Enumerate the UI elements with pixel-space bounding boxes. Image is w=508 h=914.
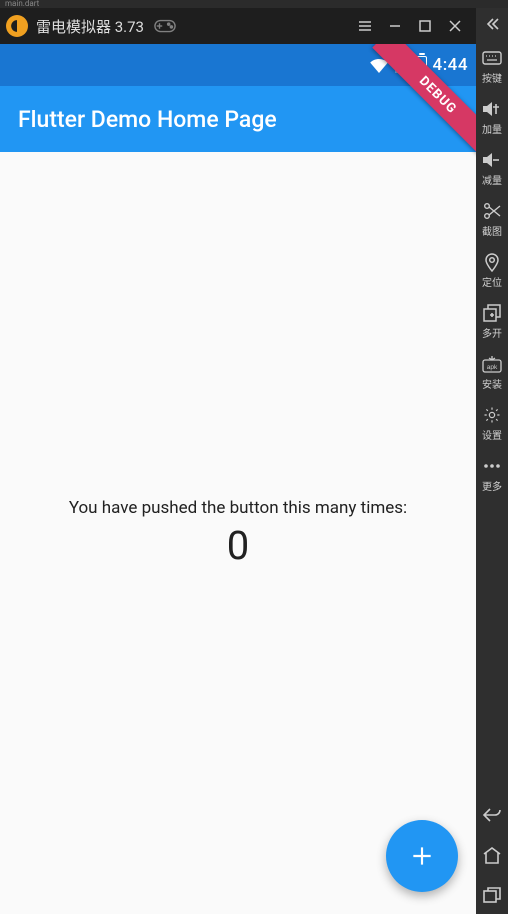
- side-tool-label: 更多: [477, 478, 507, 493]
- emulator-side-toolbar: 按键 加量 减量 截图 定位 多开 apk 安装: [476, 8, 508, 914]
- statusbar-time: 4:44: [433, 55, 468, 75]
- android-back-button[interactable]: [476, 796, 508, 834]
- app-body: You have pushed the button this many tim…: [0, 152, 476, 914]
- location-pin-icon: [484, 252, 500, 272]
- multi-window-icon: [483, 303, 501, 323]
- app-bar-title: Flutter Demo Home Page: [18, 106, 277, 133]
- side-tool-label: 减量: [477, 172, 507, 187]
- emulator-logo-icon: [6, 15, 28, 37]
- volume-up-icon: [482, 99, 502, 119]
- scissors-icon: [483, 201, 501, 221]
- gamepad-icon: [154, 19, 176, 33]
- side-tool-settings[interactable]: 设置: [476, 397, 508, 446]
- side-tool-more[interactable]: 更多: [476, 448, 508, 497]
- pushed-label: You have pushed the button this many tim…: [69, 498, 407, 518]
- app-bar: Flutter Demo Home Page: [0, 86, 476, 152]
- side-tool-label: 多开: [477, 325, 507, 340]
- maximize-button[interactable]: [410, 8, 440, 44]
- side-tool-label: 按键: [477, 70, 507, 85]
- apk-icon: apk: [482, 354, 502, 374]
- side-tool-label: 加量: [477, 121, 507, 136]
- close-button[interactable]: [440, 8, 470, 44]
- phone-screen: 4:44 Flutter Demo Home Page You have pus…: [0, 44, 476, 914]
- side-tool-keymap[interactable]: 按键: [476, 40, 508, 89]
- side-tool-location[interactable]: 定位: [476, 244, 508, 293]
- svg-text:apk: apk: [487, 364, 498, 371]
- android-home-button[interactable]: [476, 836, 508, 874]
- fab-add-button[interactable]: [386, 820, 458, 892]
- emulator-window: 雷电模拟器 3.73 4:44 Flutte: [0, 8, 476, 914]
- side-tool-install-apk[interactable]: apk 安装: [476, 346, 508, 395]
- side-tool-label: 定位: [477, 274, 507, 289]
- side-tool-multiinstance[interactable]: 多开: [476, 295, 508, 344]
- emulator-titlebar[interactable]: 雷电模拟器 3.73: [0, 8, 476, 44]
- side-tool-screenshot[interactable]: 截图: [476, 193, 508, 242]
- side-tool-label: 截图: [477, 223, 507, 238]
- android-recents-button[interactable]: [476, 876, 508, 914]
- more-horizontal-icon: [483, 456, 501, 476]
- side-tool-label: 安装: [477, 376, 507, 391]
- counter-value: 0: [227, 522, 249, 569]
- side-tool-volume-down[interactable]: 减量: [476, 142, 508, 191]
- emulator-title: 雷电模拟器 3.73: [36, 16, 144, 37]
- side-tool-volume-up[interactable]: 加量: [476, 91, 508, 140]
- volume-down-icon: [482, 150, 502, 170]
- minimize-button[interactable]: [380, 8, 410, 44]
- keyboard-icon: [482, 48, 502, 68]
- gear-icon: [483, 405, 501, 425]
- ide-tab-label: main.dart: [5, 0, 39, 8]
- plus-icon: [409, 843, 435, 869]
- ide-tab[interactable]: main.dart: [0, 0, 508, 8]
- menu-button[interactable]: [350, 8, 380, 44]
- side-tool-label: 设置: [477, 427, 507, 442]
- collapse-toolbar-button[interactable]: [476, 10, 508, 38]
